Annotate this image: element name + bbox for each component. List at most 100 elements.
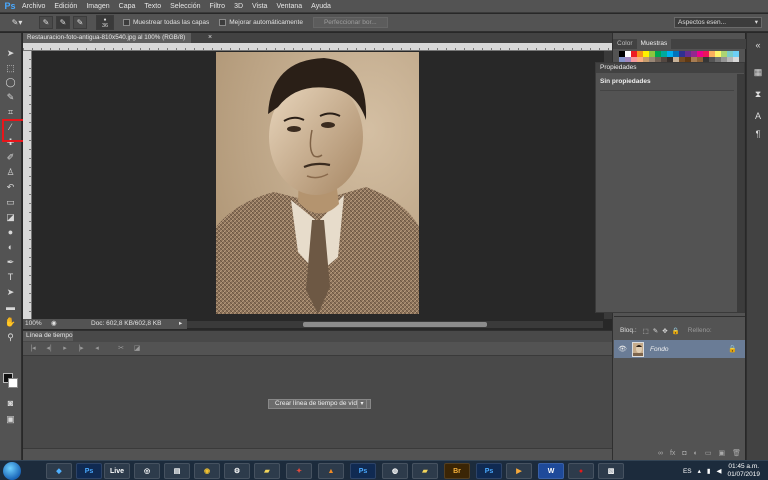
character-icon[interactable]: A bbox=[752, 110, 764, 122]
taskbar-app-icon[interactable]: ◆ bbox=[46, 463, 72, 479]
lock-move-icon[interactable]: ✥ bbox=[662, 327, 667, 335]
menu-filtro[interactable]: Filtro bbox=[210, 3, 226, 10]
screen-mode-icon[interactable]: ▣ bbox=[3, 413, 18, 425]
status-icon[interactable]: ◉ bbox=[51, 319, 57, 329]
path-selection-tool-icon[interactable]: ➤ bbox=[3, 286, 18, 298]
pen-tool-icon[interactable]: ✒ bbox=[3, 256, 18, 268]
brush-tool-icon[interactable]: ✐ bbox=[3, 151, 18, 163]
taskbar-photoshop-button[interactable]: Ps bbox=[476, 463, 502, 479]
quick-mask-icon[interactable]: ◙ bbox=[3, 397, 18, 409]
document-tab[interactable]: Restauracion-foto-antigua-810x540.jpg al… bbox=[23, 33, 191, 43]
lock-transparent-icon[interactable]: ⬚ bbox=[643, 327, 649, 335]
horizontal-scrollbar[interactable] bbox=[187, 321, 603, 328]
layer-style-icon[interactable]: fx bbox=[670, 450, 675, 457]
background-color-swatch[interactable] bbox=[8, 378, 18, 388]
taskbar-steam-icon[interactable]: ⚙ bbox=[224, 463, 250, 479]
close-icon[interactable]: × bbox=[208, 33, 212, 43]
trash-icon[interactable]: 🗑 bbox=[732, 449, 741, 457]
dodge-tool-icon[interactable]: ◐ bbox=[3, 241, 18, 253]
menu-archivo[interactable]: Archivo bbox=[22, 3, 45, 10]
first-frame-icon[interactable]: |◂ bbox=[27, 344, 39, 354]
taskbar-app-icon[interactable]: ✦ bbox=[286, 463, 312, 479]
add-to-selection-button[interactable]: ✎ bbox=[56, 16, 70, 29]
audio-icon[interactable]: ◂ bbox=[91, 344, 103, 354]
taskbar-word-button[interactable]: W bbox=[538, 463, 564, 479]
subtract-selection-button[interactable]: ✎ bbox=[73, 16, 87, 29]
taskbar-image-icon[interactable]: ▧ bbox=[598, 463, 624, 479]
previous-frame-icon[interactable]: ◂| bbox=[43, 344, 55, 354]
network-icon[interactable]: ▮ bbox=[707, 467, 711, 475]
taskbar-record-icon[interactable]: ● bbox=[568, 463, 594, 479]
taskbar-explorer-icon[interactable]: ▰ bbox=[412, 463, 438, 479]
clone-stamp-tool-icon[interactable]: ♙ bbox=[3, 166, 18, 178]
tab-color[interactable]: Color bbox=[613, 39, 637, 49]
taskbar-document-icon[interactable]: ▤ bbox=[164, 463, 190, 479]
eye-icon[interactable]: 👁 bbox=[618, 345, 630, 353]
add-mask-icon[interactable]: ◘ bbox=[682, 450, 686, 457]
lasso-tool-icon[interactable]: ◯ bbox=[3, 76, 18, 88]
taskbar-bridge-button[interactable]: Br bbox=[444, 463, 470, 479]
workspace-select[interactable]: Aspectos esen... ▾ bbox=[674, 17, 762, 28]
taskbar-photoshop-button[interactable]: Ps bbox=[350, 463, 376, 479]
menu-seleccion[interactable]: Selección bbox=[170, 3, 200, 10]
taskbar-photoshop-button[interactable]: Ps bbox=[76, 463, 102, 479]
chevron-up-icon[interactable]: ▴ bbox=[698, 467, 701, 475]
properties-scrollbar[interactable] bbox=[737, 74, 744, 312]
crop-tool-icon[interactable]: ⌗ bbox=[3, 106, 18, 118]
taskbar-vlc-icon[interactable]: ▲ bbox=[318, 463, 344, 479]
clock[interactable]: 01:45 a.m. 01/07/2019 bbox=[727, 463, 760, 479]
volume-icon[interactable]: ◀ bbox=[716, 467, 721, 475]
tool-preset-picker[interactable]: ✎▾ bbox=[6, 16, 28, 29]
menu-3d[interactable]: 3D bbox=[234, 3, 243, 10]
history-icon[interactable]: ⧗ bbox=[752, 88, 764, 100]
chevron-down-icon[interactable]: ▾ bbox=[357, 399, 367, 409]
brush-size-picker[interactable]: ● 36 bbox=[96, 15, 114, 30]
layer-name[interactable]: Fondo bbox=[650, 346, 728, 353]
eraser-tool-icon[interactable]: ▭ bbox=[3, 196, 18, 208]
chevron-right-icon[interactable]: ▸ bbox=[179, 319, 182, 329]
menu-ventana[interactable]: Ventana bbox=[276, 3, 302, 10]
type-tool-icon[interactable]: T bbox=[3, 271, 18, 283]
taskbar-app-icon[interactable]: ◍ bbox=[382, 463, 408, 479]
start-button[interactable] bbox=[3, 462, 21, 480]
marquee-tool-icon[interactable]: ⬚ bbox=[3, 62, 18, 74]
quick-selection-tool-icon[interactable]: ✎ bbox=[3, 91, 18, 103]
document-photo[interactable] bbox=[216, 52, 419, 314]
menu-capa[interactable]: Capa bbox=[119, 3, 136, 10]
language-indicator[interactable]: ES bbox=[683, 468, 692, 475]
transition-icon[interactable]: ◪ bbox=[131, 344, 143, 354]
scrollbar-thumb[interactable] bbox=[303, 322, 487, 327]
timeline-tab[interactable]: Línea de tiempo bbox=[23, 331, 73, 341]
next-frame-icon[interactable]: |▸ bbox=[75, 344, 87, 354]
new-group-icon[interactable]: ▭ bbox=[705, 449, 712, 457]
link-layers-icon[interactable]: ∞ bbox=[658, 450, 663, 457]
history-brush-tool-icon[interactable]: ↶ bbox=[3, 181, 18, 193]
menu-ayuda[interactable]: Ayuda bbox=[311, 3, 331, 10]
lock-all-icon[interactable]: 🔒 bbox=[672, 327, 680, 335]
rectangle-tool-icon[interactable]: ▬ bbox=[3, 301, 18, 313]
play-icon[interactable]: ▸ bbox=[59, 344, 71, 354]
taskbar-chrome-icon[interactable]: ◉ bbox=[194, 463, 220, 479]
paragraph-icon[interactable]: ¶ bbox=[752, 128, 764, 140]
taskbar-folder-icon[interactable]: ▰ bbox=[254, 463, 280, 479]
lock-paint-icon[interactable]: ✎ bbox=[653, 327, 658, 335]
create-video-timeline-button[interactable]: Crear línea de tiempo de vídeo bbox=[268, 399, 372, 409]
split-icon[interactable]: ✂ bbox=[115, 344, 127, 354]
new-layer-icon[interactable]: ▣ bbox=[718, 449, 725, 457]
zoom-level[interactable]: 100% bbox=[25, 319, 42, 329]
adjustment-layer-icon[interactable]: ◐ bbox=[694, 450, 698, 457]
taskbar-live-button[interactable]: Live bbox=[104, 463, 130, 479]
layer-row[interactable]: 👁 Fondo 🔒 bbox=[614, 340, 745, 358]
move-tool-icon[interactable]: ➤ bbox=[3, 47, 18, 59]
adjustments-icon[interactable]: ▦ bbox=[752, 66, 764, 78]
zoom-tool-icon[interactable]: ⚲ bbox=[3, 331, 18, 343]
hand-tool-icon[interactable]: ✋ bbox=[3, 316, 18, 328]
menu-edicion[interactable]: Edición bbox=[54, 3, 77, 10]
menu-texto[interactable]: Texto bbox=[144, 3, 161, 10]
panel-menu-icon[interactable]: « bbox=[752, 39, 764, 51]
canvas-area[interactable] bbox=[32, 51, 603, 319]
refine-edge-button[interactable]: Perfeccionar bor... bbox=[312, 17, 388, 28]
new-selection-button[interactable]: ✎ bbox=[39, 16, 53, 29]
auto-enhance-checkbox[interactable]: Mejorar automáticamente bbox=[219, 19, 303, 26]
tab-swatches[interactable]: Muestras bbox=[636, 39, 672, 49]
